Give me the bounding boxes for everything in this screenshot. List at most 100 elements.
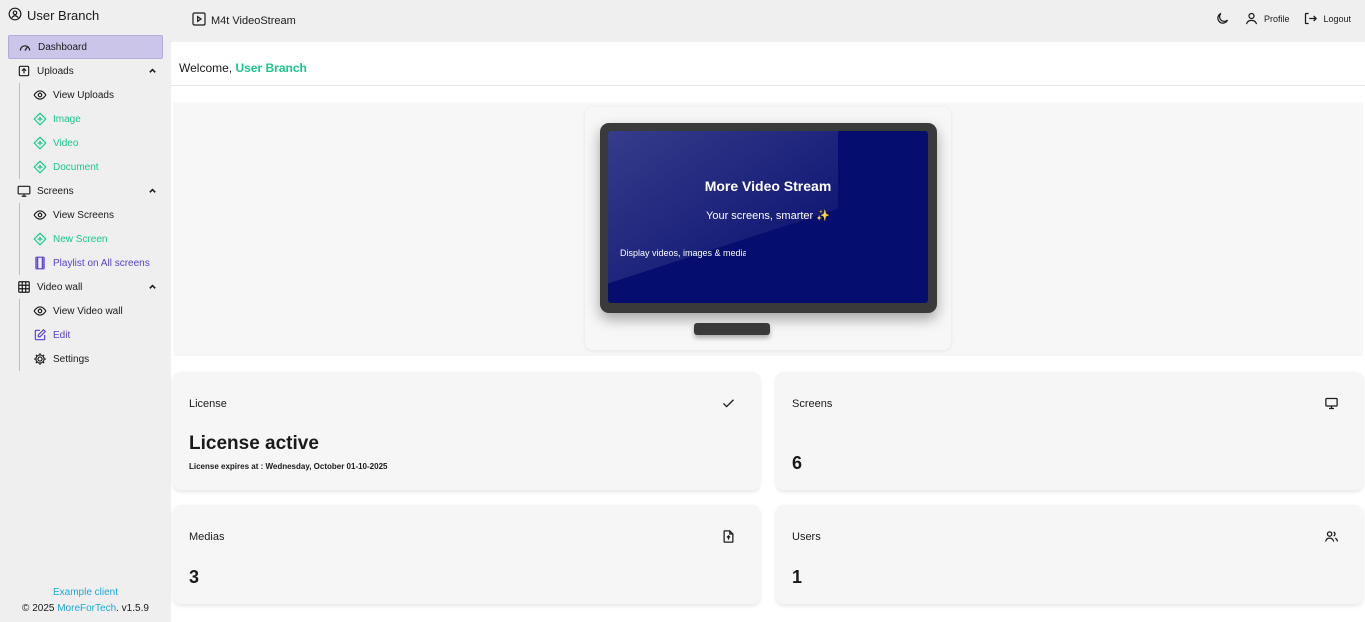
client-name: Example client xyxy=(52,587,119,598)
hero-subtitle: Your screens, smarter ✨ xyxy=(706,210,830,222)
users-label: Users xyxy=(792,531,821,543)
top-actions: Profile Logout xyxy=(1215,11,1365,26)
users-icon xyxy=(1324,529,1339,544)
sidebar-item-screens[interactable]: Screens xyxy=(8,179,163,203)
users-count: 1 xyxy=(792,567,803,587)
sidebar-item-label: Image xyxy=(53,113,81,125)
license-expiry: License expires at : Wednesday, October … xyxy=(189,462,388,471)
tv-illustration: More Video Stream Your screens, smarter … xyxy=(600,123,937,313)
screens-submenu: View Screens New Screen Playlist on All … xyxy=(8,203,163,275)
sidebar-user[interactable]: User Branch xyxy=(8,6,99,24)
gauge-icon xyxy=(18,40,32,54)
medias-label: Medias xyxy=(189,531,225,543)
sidebar-item-new-screen[interactable]: New Screen xyxy=(8,227,163,251)
hero-banner: More Video Stream Your screens, smarter … xyxy=(173,102,1363,356)
sidebar-item-image[interactable]: Image xyxy=(8,107,163,131)
sidebar-nav: Dashboard Uploads View Uploads Image Vid… xyxy=(8,35,163,371)
user-circle-icon xyxy=(8,7,22,24)
monitor-icon xyxy=(17,184,31,198)
license-status: License active xyxy=(189,433,319,454)
sidebar-item-label: New Screen xyxy=(53,233,108,245)
topbar: M4t VideoStream Profile Logout xyxy=(171,0,1365,42)
sidebar-item-edit[interactable]: Edit xyxy=(8,323,163,347)
diamond-plus-icon xyxy=(33,136,47,150)
sidebar-item-label: Video wall xyxy=(37,281,83,293)
diamond-plus-icon xyxy=(33,160,47,174)
sidebar-item-playlist[interactable]: Playlist on All screens xyxy=(8,251,163,275)
monitor-icon xyxy=(1324,396,1339,411)
sidebar-item-label: View Screens xyxy=(53,209,114,221)
file-upload-icon xyxy=(721,529,736,544)
app-brand[interactable]: M4t VideoStream xyxy=(191,11,296,30)
sidebar-item-settings[interactable]: Settings xyxy=(8,347,163,371)
grid-wall-icon xyxy=(17,280,31,294)
sidebar-item-video[interactable]: Video xyxy=(8,131,163,155)
moon-icon xyxy=(1217,12,1229,24)
eye-icon xyxy=(33,304,47,318)
eye-icon xyxy=(33,88,47,102)
chevron-up-icon[interactable] xyxy=(148,66,157,75)
screens-label: Screens xyxy=(792,398,833,410)
sidebar-item-view-video-wall[interactable]: View Video wall xyxy=(8,299,163,323)
sidebar-item-label: Playlist on All screens xyxy=(53,257,150,269)
sidebar-item-label: View Video wall xyxy=(53,305,123,317)
tv-screen: More Video Stream Your screens, smarter … xyxy=(608,131,928,303)
logout-icon xyxy=(1305,12,1318,25)
sidebar-item-label: Document xyxy=(53,161,99,173)
sidebar-user-name: User Branch xyxy=(27,7,100,23)
welcome-message: Welcome, User Branch xyxy=(179,61,307,75)
copyright-prefix: © 2025 xyxy=(22,603,58,614)
copyright: © 2025 MoreForTech. v1.5.9 xyxy=(0,603,171,614)
tv-stand xyxy=(694,323,770,335)
divider xyxy=(171,85,1365,86)
sidebar-item-view-screens[interactable]: View Screens xyxy=(8,203,163,227)
user-icon xyxy=(1245,12,1258,25)
sidebar: User Branch Dashboard Uploads View Uploa… xyxy=(0,0,171,622)
sidebar-item-document[interactable]: Document xyxy=(8,155,163,179)
screens-card: Screens 6 xyxy=(776,372,1363,490)
upload-icon xyxy=(17,64,31,78)
sidebar-item-uploads[interactable]: Uploads xyxy=(8,59,163,83)
hero-title: More Video Stream xyxy=(704,178,832,194)
sidebar-item-label: Dashboard xyxy=(38,41,87,53)
chevron-up-icon[interactable] xyxy=(148,186,157,195)
tv-card: More Video Stream Your screens, smarter … xyxy=(585,107,951,350)
medias-card: Medias 3 xyxy=(173,505,760,604)
chevron-up-icon[interactable] xyxy=(148,282,157,291)
logout-label: Logout xyxy=(1323,13,1351,24)
sidebar-item-label: Screens xyxy=(37,185,74,197)
users-card: Users 1 xyxy=(776,505,1363,604)
profile-label: Profile xyxy=(1263,13,1290,24)
sidebar-item-label: Uploads xyxy=(37,65,74,77)
app-name: M4t VideoStream xyxy=(211,14,296,27)
company-link[interactable]: MoreForTech xyxy=(57,603,116,614)
sidebar-item-label: Settings xyxy=(53,353,90,365)
license-label: License xyxy=(189,398,227,410)
uploads-submenu: View Uploads Image Video Document xyxy=(8,83,163,179)
theme-toggle-button[interactable] xyxy=(1215,11,1230,26)
play-square-icon xyxy=(191,11,207,30)
sidebar-item-label: Video xyxy=(53,137,79,149)
profile-button[interactable]: Profile xyxy=(1244,11,1290,26)
diamond-plus-icon xyxy=(33,112,47,126)
gear-icon xyxy=(33,352,47,366)
medias-count: 3 xyxy=(189,567,200,587)
welcome-prefix: Welcome, xyxy=(179,61,236,75)
video-wall-submenu: View Video wall Edit Settings xyxy=(8,299,163,371)
logout-button[interactable]: Logout xyxy=(1303,11,1351,26)
welcome-user: User Branch xyxy=(235,61,307,75)
edit-icon xyxy=(33,328,47,342)
sidebar-item-view-uploads[interactable]: View Uploads xyxy=(8,83,163,107)
check-icon xyxy=(721,396,736,411)
version-label: . v1.5.9 xyxy=(116,603,149,614)
sidebar-item-label: Edit xyxy=(53,329,71,341)
eye-icon xyxy=(33,208,47,222)
film-strip-icon xyxy=(33,256,47,270)
sidebar-item-dashboard[interactable]: Dashboard xyxy=(8,35,163,59)
sidebar-item-label: View Uploads xyxy=(53,89,114,101)
diamond-plus-icon xyxy=(33,232,47,246)
license-card: License License active License expires a… xyxy=(173,372,760,490)
screens-count: 6 xyxy=(792,453,803,473)
hero-caption: Display videos, images & media xyxy=(620,248,746,258)
sidebar-item-video-wall[interactable]: Video wall xyxy=(8,275,163,299)
